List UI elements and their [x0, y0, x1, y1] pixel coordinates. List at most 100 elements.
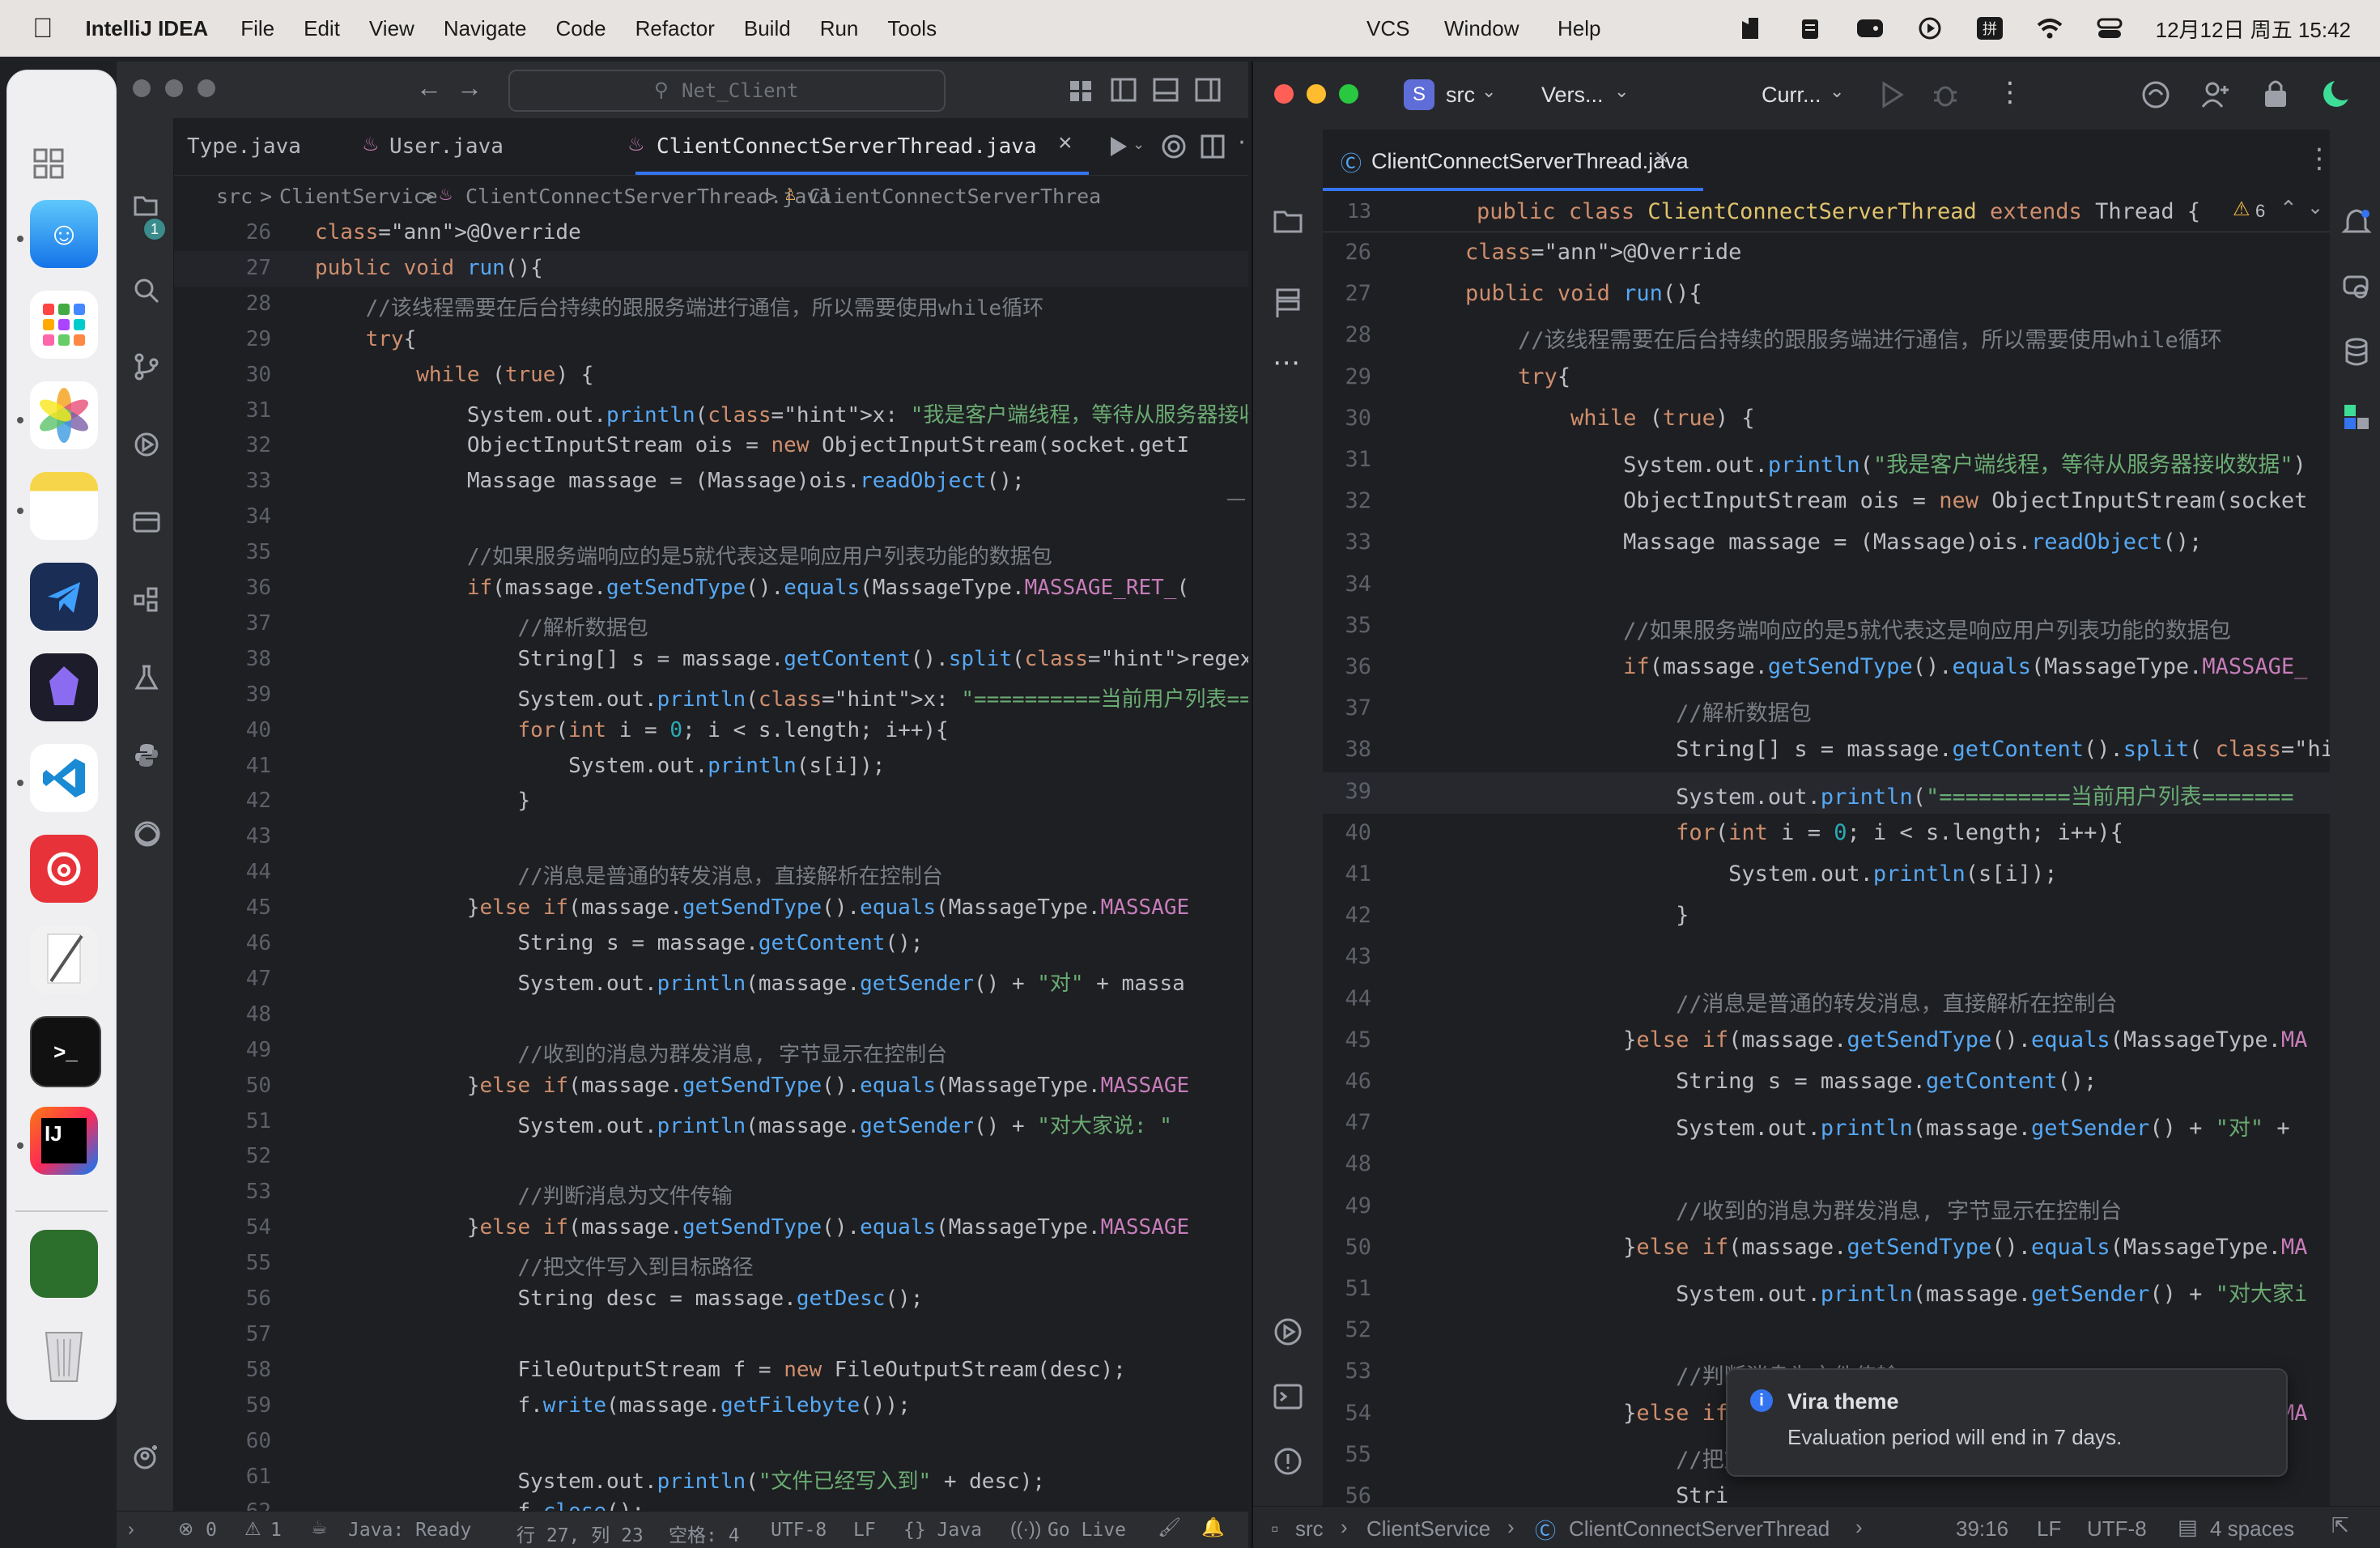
plugins-account-icon[interactable] — [133, 1444, 160, 1472]
warning-icon[interactable]: ⚠ — [244, 1518, 261, 1540]
tab-clientconnectserverthread[interactable]: ClientConnectServerThread.java — [657, 134, 1037, 159]
code-line[interactable]: 30 while (true) { — [174, 358, 1248, 393]
input-method-icon[interactable]: 拼 — [1976, 16, 2004, 40]
notification-popup[interactable]: i Vira theme Evaluation period will end … — [1726, 1368, 2288, 1477]
lock-file-icon[interactable]: ⇱ — [2331, 1513, 2349, 1538]
menu-code[interactable]: Code — [555, 16, 606, 41]
breadcrumb-clientservice[interactable]: ClientService — [1366, 1516, 1490, 1542]
search-tool-icon[interactable] — [133, 277, 160, 304]
dock-top-icon[interactable] — [33, 148, 66, 185]
code-line[interactable]: 34 — [174, 500, 1248, 535]
tab-menu-icon[interactable]: ⋮ — [2306, 142, 2333, 175]
downloads-stack-icon[interactable] — [30, 1230, 98, 1298]
code-line[interactable]: 52 — [1323, 1311, 2330, 1352]
code-line[interactable]: 28 //该线程需要在后台持续的跟服务端进行通信，所以需要使用while循环 — [174, 287, 1248, 322]
code-line[interactable]: 51 System.out.println(massage.getSender(… — [174, 1104, 1248, 1140]
menu-tools[interactable]: Tools — [887, 16, 937, 41]
code-line[interactable]: 45 }else if(massage.getSendType().equals… — [1323, 1021, 2330, 1062]
expand-icon[interactable]: › — [128, 1518, 134, 1540]
play-circle-icon[interactable] — [1916, 16, 1944, 40]
code-line[interactable]: 27 public void run(){ — [174, 250, 1248, 287]
add-user-icon[interactable] — [2200, 79, 2231, 110]
run-tool-icon[interactable] — [133, 431, 160, 458]
clipboard-icon[interactable] — [1796, 16, 1824, 40]
code-line[interactable]: 61 System.out.println("文件已经写入到" + desc); — [174, 1460, 1248, 1495]
structure-tool-icon[interactable] — [133, 586, 160, 614]
code-line[interactable]: 41 System.out.println(s[i]); — [174, 749, 1248, 785]
terminal-icon[interactable] — [1273, 1381, 1303, 1412]
ai-assistant-icon[interactable] — [2140, 79, 2171, 110]
file-language[interactable]: {} Java — [903, 1520, 982, 1541]
code-line[interactable]: 50 }else if(massage.getSendType().equals… — [1323, 1228, 2330, 1269]
warning-icon[interactable]: ⚠ — [2233, 198, 2250, 221]
tab-type-java[interactable]: Type.java — [187, 134, 301, 159]
minimize-window-button[interactable] — [165, 79, 183, 97]
line-separator[interactable]: LF — [853, 1520, 876, 1541]
indent-setting[interactable]: 空格: 4 — [669, 1520, 740, 1547]
code-line[interactable]: 44 //消息是普通的转发消息，直接解析在控制台 — [1323, 980, 2330, 1021]
code-line[interactable]: 36 if(massage.getSendType().equals(Massa… — [174, 571, 1248, 606]
layout-grid-icon[interactable] — [1069, 79, 1093, 102]
clock[interactable]: 12月12日 周五 15:42 — [2156, 14, 2351, 44]
launchpad-icon[interactable] — [30, 291, 98, 359]
code-line[interactable]: 33 Massage massage = (Massage)ois.readOb… — [174, 464, 1248, 500]
tab-user-java[interactable]: User.java — [389, 134, 504, 159]
code-line[interactable]: 46 String s = massage.getContent(); — [1323, 1062, 2330, 1104]
menu-edit[interactable]: Edit — [304, 16, 340, 41]
previous-warning-icon[interactable]: ⌃ — [2280, 196, 2297, 221]
telegram-like-icon[interactable] — [30, 563, 98, 631]
menu-vcs[interactable]: VCS — [1366, 16, 1409, 41]
next-warning-icon[interactable]: ⌄ — [2307, 196, 2323, 219]
code-line[interactable]: 49 //收到的消息为群发消息, 字节显示在控制台 — [1323, 1187, 2330, 1228]
code-line[interactable]: 31 System.out.println("我是客户端线程，等待从服务器接收数… — [1323, 440, 2330, 482]
wifi-icon[interactable] — [2036, 16, 2063, 40]
toggle-left-panel-icon[interactable] — [1111, 78, 1137, 102]
close-tab-icon[interactable]: × — [1655, 144, 1669, 172]
notes-icon[interactable] — [30, 472, 98, 540]
caret-position[interactable]: 行 27, 列 23 — [516, 1520, 644, 1547]
code-line[interactable]: 54 }else if(massage.getSendType().equals… — [174, 1210, 1248, 1246]
forward-arrow-icon[interactable]: → — [457, 73, 482, 103]
code-line[interactable]: 42 } — [1323, 896, 2330, 938]
project-selector[interactable]: src — [1446, 83, 1475, 108]
code-line[interactable]: 31 System.out.println(class="hint">x: "我… — [174, 393, 1248, 429]
chevron-down-icon[interactable]: ⌄ — [1830, 81, 1844, 102]
app-menu[interactable]: IntelliJ IDEA — [86, 16, 209, 41]
file-encoding[interactable]: UTF-8 — [771, 1520, 827, 1541]
toggle-right-panel-icon[interactable] — [1195, 78, 1221, 102]
code-line[interactable]: 49 //收到的消息为群发消息, 字节显示在控制台 — [174, 1033, 1248, 1069]
code-line[interactable]: 55 //把文件写入到目标路径 — [174, 1246, 1248, 1282]
code-line[interactable]: 48 — [174, 997, 1248, 1033]
zoom-window-button[interactable] — [198, 79, 215, 97]
terminal-icon[interactable]: >_ — [30, 1016, 101, 1087]
ai-assistant-icon[interactable] — [133, 819, 162, 848]
code-line[interactable]: 48 — [1323, 1145, 2330, 1186]
lock-icon[interactable] — [2262, 78, 2289, 108]
run-options-chevron-icon[interactable]: ⌄ — [1133, 136, 1145, 153]
project-tool-icon[interactable] — [133, 193, 159, 219]
vcs-widget[interactable]: Vers... — [1541, 83, 1604, 108]
code-line[interactable]: 58 FileOutputStream f = new FileOutputSt… — [174, 1353, 1248, 1389]
code-line[interactable]: 45 }else if(massage.getSendType().equals… — [174, 891, 1248, 926]
services-tool-icon[interactable] — [133, 508, 160, 536]
trash-icon[interactable] — [30, 1320, 98, 1389]
code-line[interactable]: 52 — [174, 1139, 1248, 1175]
problems-icon[interactable] — [1273, 1446, 1303, 1477]
run-icon[interactable] — [1880, 81, 1904, 108]
code-line[interactable]: 30 while (true) { — [1323, 399, 2330, 440]
code-line[interactable]: 35 //如果服务端响应的是5就代表这是响应用户列表功能的数据包 — [174, 535, 1248, 571]
more-actions-icon[interactable]: ⋮ — [1996, 76, 2024, 108]
code-line[interactable]: 59 f.write(massage.getFilebyte()); — [174, 1389, 1248, 1424]
sticky-class-header[interactable]: 13 public class ClientConnectServerThrea… — [1323, 191, 2330, 232]
test-flask-icon[interactable] — [133, 664, 160, 691]
search-everywhere-field[interactable]: ⚲ Net_Client — [508, 70, 946, 112]
code-line[interactable]: 41 System.out.println(s[i]); — [1323, 855, 2330, 896]
tab-clientconnectserverthread[interactable]: ClientConnectServerThread.java — [1371, 149, 1689, 174]
textedit-icon[interactable] — [30, 925, 98, 993]
vcs-branch-icon[interactable] — [133, 353, 160, 381]
control-center-icon[interactable] — [2096, 16, 2123, 40]
run-tool-icon[interactable] — [1273, 1316, 1303, 1347]
vscode-icon[interactable] — [30, 744, 98, 812]
run-config-selector[interactable]: Curr... — [1762, 83, 1821, 108]
run-file-icon[interactable] — [1107, 134, 1129, 159]
